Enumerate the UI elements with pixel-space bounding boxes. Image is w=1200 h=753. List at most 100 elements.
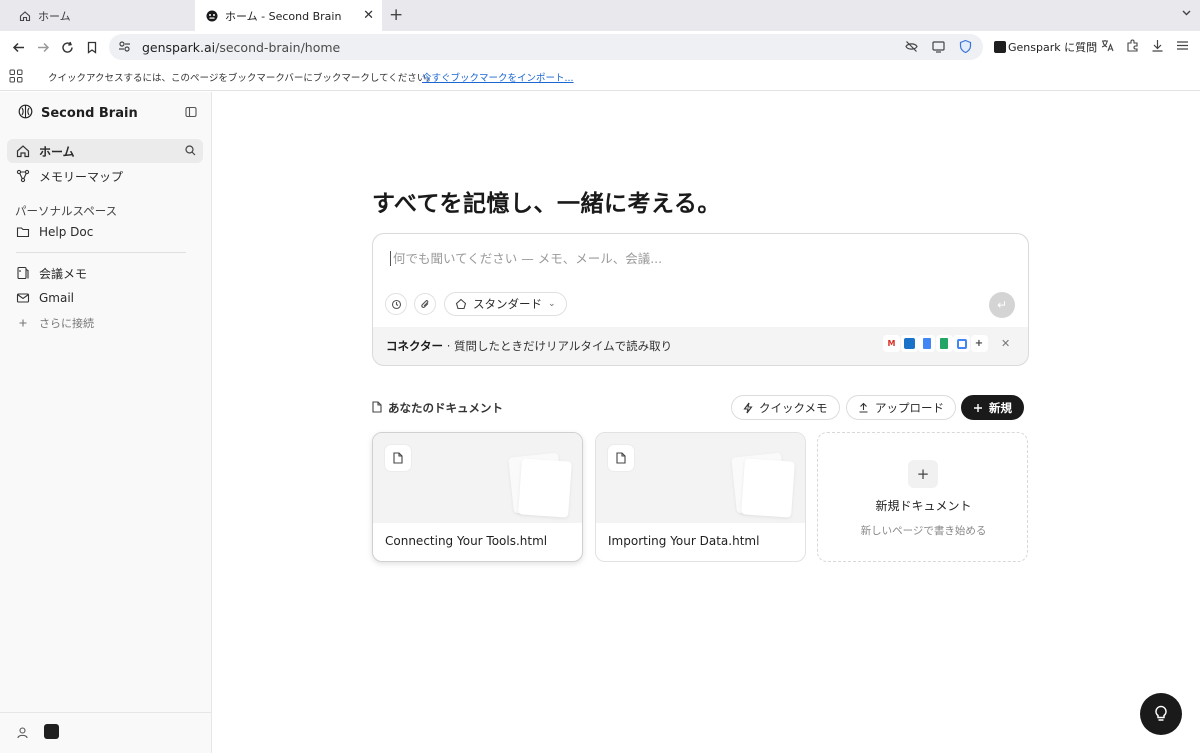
home-icon xyxy=(18,9,31,22)
connector-label: コネクター xyxy=(386,339,444,353)
back-arrow-icon[interactable] xyxy=(10,39,26,55)
tab-second-brain[interactable]: ホーム - Second Brain ✕ xyxy=(195,0,382,31)
page-headline: すべてを記憶し、一緒に考える。 xyxy=(372,191,721,217)
document-icon xyxy=(372,400,382,416)
sidebar-item-gmail[interactable]: Gmail xyxy=(7,286,203,310)
paper-illustration xyxy=(518,458,572,518)
history-button[interactable] xyxy=(385,293,407,315)
folder-icon xyxy=(16,225,30,239)
mail-icon xyxy=(16,291,30,305)
mode-label: スタンダード xyxy=(473,297,542,311)
genspark-app-icon[interactable] xyxy=(44,724,59,739)
genspark-ask-label: Genspark に質問 xyxy=(1008,41,1098,54)
google-calendar-icon xyxy=(953,335,970,352)
document-icon xyxy=(608,445,634,471)
upload-button[interactable]: アップロード xyxy=(846,395,956,420)
genspark-logo-icon xyxy=(994,41,1006,53)
composer-input-area: 何でも聞いてください — メモ、メール、会議... スタンダード ⌄ ↵ xyxy=(373,234,1028,327)
sidebar-item-label: Gmail xyxy=(39,291,75,305)
paper-illustration xyxy=(741,458,795,518)
close-connector-icon[interactable]: ✕ xyxy=(1001,337,1010,350)
document-title: Connecting Your Tools.html xyxy=(385,534,548,548)
chevron-down-icon: ⌄ xyxy=(548,299,556,309)
bookmark-hint: クイックアクセスするには、このページをブックマークバーにブックマークしてください… xyxy=(48,73,436,84)
new-document-button[interactable]: 新規 xyxy=(961,395,1024,420)
new-label: 新規 xyxy=(989,400,1012,415)
lightning-icon xyxy=(743,402,753,414)
paperclip-icon xyxy=(420,299,428,308)
document-card[interactable]: Connecting Your Tools.html xyxy=(372,432,583,562)
history-icon xyxy=(391,299,401,309)
user-profile-icon[interactable] xyxy=(16,726,29,743)
sidebar-brand[interactable]: Second Brain xyxy=(18,104,138,123)
sidebar-item-label: Help Doc xyxy=(39,225,94,239)
sidebar-item-help-doc[interactable]: Help Doc xyxy=(7,220,203,244)
site-settings-icon[interactable] xyxy=(118,40,131,57)
lightbulb-icon xyxy=(1155,705,1167,721)
plus-icon: + xyxy=(908,460,938,488)
document-thumbnail xyxy=(596,433,805,523)
connector-icons[interactable]: M + xyxy=(883,335,988,352)
document-thumbnail xyxy=(373,433,582,523)
new-tab-button[interactable]: + xyxy=(389,5,403,25)
document-card[interactable]: Importing Your Data.html xyxy=(595,432,806,562)
sidebar-toggle-icon[interactable] xyxy=(185,106,197,122)
download-icon[interactable] xyxy=(1150,38,1165,57)
tab-label: ホーム - Second Brain xyxy=(225,9,342,23)
sidebar-item-home[interactable]: ホーム xyxy=(7,139,203,163)
apps-grid-icon[interactable] xyxy=(9,69,23,87)
second-brain-favicon-icon xyxy=(205,9,218,22)
document-title: Importing Your Data.html xyxy=(608,534,760,548)
reload-icon[interactable] xyxy=(59,39,75,55)
help-button[interactable] xyxy=(1140,693,1182,735)
import-bookmarks-link[interactable]: 今すぐブックマークをインポート... xyxy=(422,70,574,84)
sidebar-item-meeting-notes[interactable]: 会議メモ xyxy=(7,261,203,285)
forward-arrow-icon[interactable] xyxy=(35,39,51,55)
bookmark-icon[interactable] xyxy=(84,39,100,55)
upload-icon xyxy=(858,402,869,413)
main-content: すべてを記憶し、一緒に考える。 何でも聞いてください — メモ、メール、会議..… xyxy=(213,92,1200,753)
close-tab-icon[interactable]: ✕ xyxy=(363,8,374,23)
address-toolbar: genspark.ai/second-brain/home Genspark に… xyxy=(0,31,1200,63)
ask-composer: 何でも聞いてください — メモ、メール、会議... スタンダード ⌄ ↵ コネク… xyxy=(372,233,1029,366)
quick-memo-label: クイックメモ xyxy=(759,400,828,415)
menu-hamburger-icon[interactable] xyxy=(1175,38,1190,57)
sidebar-divider xyxy=(16,252,186,253)
meeting-notes-icon xyxy=(16,266,30,280)
genspark-ask-button[interactable]: Genspark に質問 xyxy=(994,39,1097,55)
bookmark-bar: クイックアクセスするには、このページをブックマークバーにブックマークしてください… xyxy=(0,63,1200,91)
attach-button[interactable] xyxy=(414,293,436,315)
tab-home[interactable]: ホーム xyxy=(0,0,194,31)
quick-memo-button[interactable]: クイックメモ xyxy=(731,395,840,420)
shield-extension-icon[interactable] xyxy=(958,39,973,58)
add-connector-icon: + xyxy=(970,335,988,352)
url-host: genspark.ai xyxy=(142,40,216,55)
new-document-title: 新規ドキュメント xyxy=(875,499,972,513)
graph-icon xyxy=(16,169,30,183)
url-bar[interactable]: genspark.ai/second-brain/home xyxy=(109,34,983,60)
sidebar-item-label: さらに接続 xyxy=(39,317,94,330)
ask-input[interactable]: 何でも聞いてください — メモ、メール、会議... xyxy=(390,251,662,266)
sidebar-item-label: メモリーマップ xyxy=(39,169,124,184)
search-icon[interactable] xyxy=(185,145,196,159)
eye-off-icon[interactable] xyxy=(904,39,919,58)
connector-description: · 質問したときだけリアルタイムで読み取り xyxy=(443,339,673,353)
document-icon xyxy=(385,445,411,471)
tab-search-chevron-icon[interactable] xyxy=(1181,7,1192,21)
enter-icon: ↵ xyxy=(996,298,1008,312)
brand-name: Second Brain xyxy=(41,106,138,121)
sidebar-item-connect-more[interactable]: さらに接続 xyxy=(7,311,203,335)
sidebar-item-label: ホーム xyxy=(39,144,75,159)
send-button[interactable]: ↵ xyxy=(989,292,1015,318)
sidebar-item-label: 会議メモ xyxy=(39,266,88,281)
cast-icon[interactable] xyxy=(931,39,946,58)
sidebar-item-memory-map[interactable]: メモリーマップ xyxy=(7,164,203,188)
tab-label: ホーム xyxy=(38,9,71,23)
browser-tab-bar: ホーム ホーム - Second Brain ✕ + xyxy=(0,0,1200,31)
extensions-puzzle-icon[interactable] xyxy=(1125,38,1140,57)
url-path: /second-brain/home xyxy=(215,40,341,55)
translate-icon[interactable] xyxy=(1100,38,1115,57)
documents-title: あなたのドキュメント xyxy=(388,401,503,415)
mode-selector[interactable]: スタンダード ⌄ xyxy=(444,292,567,316)
new-document-card[interactable]: + 新規ドキュメント 新しいページで書き始める xyxy=(817,432,1028,562)
